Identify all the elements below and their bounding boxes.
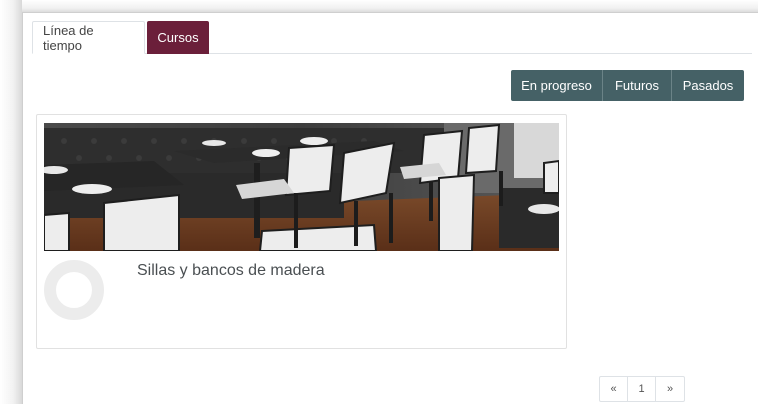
pagination: « 1 »	[599, 376, 685, 402]
course-filter-group: En progreso Futuros Pasados	[511, 70, 744, 101]
tab-courses[interactable]: Cursos	[147, 21, 209, 54]
filter-in-progress-button[interactable]: En progreso	[511, 70, 603, 101]
progress-ring: 0%	[44, 260, 104, 320]
course-title-link[interactable]: Sillas y bancos de madera	[137, 262, 325, 280]
pagination-page-1[interactable]: 1	[628, 377, 656, 401]
window-shadow-top	[0, 0, 758, 12]
pagination-prev-button[interactable]: «	[600, 377, 628, 401]
course-card: 0% Sillas y bancos de madera	[36, 114, 567, 349]
pagination-next-button[interactable]: »	[656, 377, 684, 401]
tab-timeline[interactable]: Línea de tiempo	[32, 21, 145, 54]
progress-percent: 0%	[67, 285, 81, 295]
restaurant-photo-icon	[44, 123, 559, 251]
progress-chart: 0%	[44, 260, 104, 320]
course-image[interactable]	[44, 123, 559, 251]
window-shadow-left	[0, 0, 22, 404]
filter-past-button[interactable]: Pasados	[672, 70, 744, 101]
tab-bar: Línea de tiempo Cursos	[32, 21, 752, 54]
filter-future-button[interactable]: Futuros	[603, 70, 672, 101]
course-overview-panel: Línea de tiempo Cursos En progreso Futur…	[22, 12, 758, 404]
